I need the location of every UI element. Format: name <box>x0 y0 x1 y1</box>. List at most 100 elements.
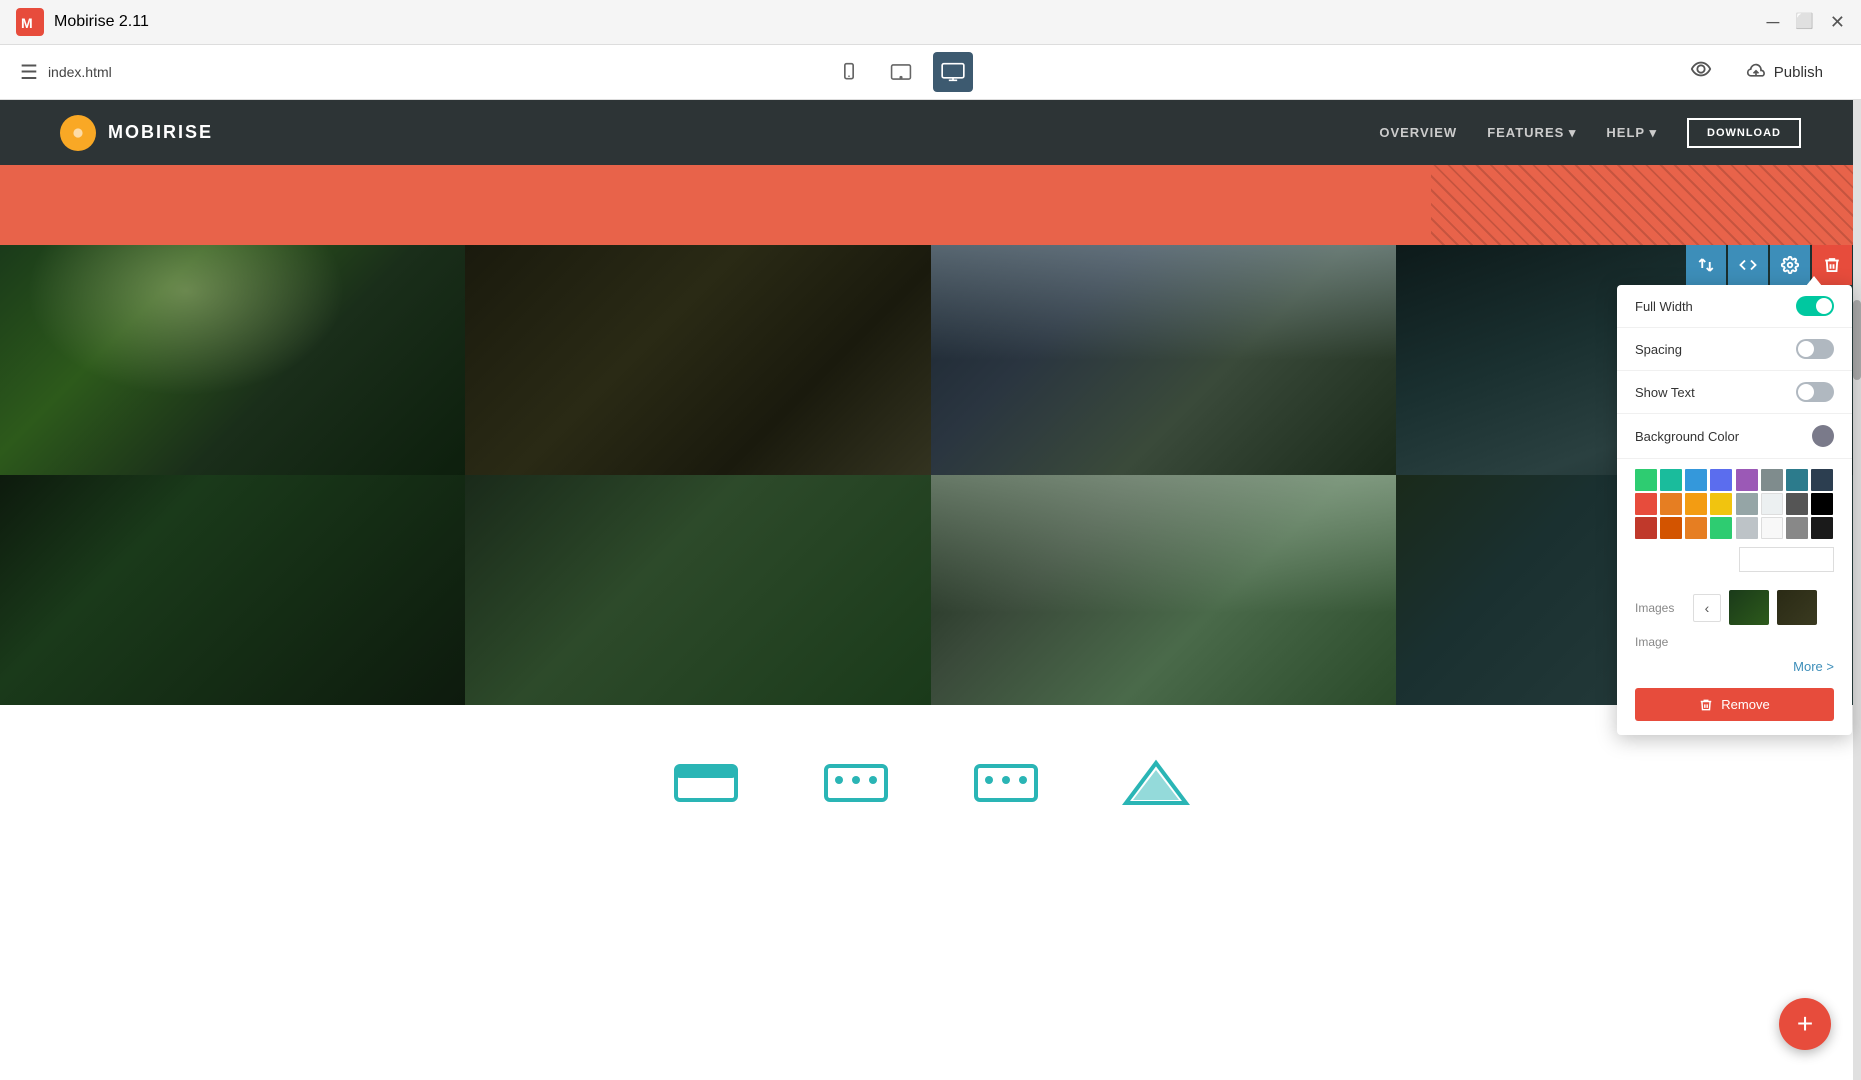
maximize-button[interactable]: ⬜ <box>1795 12 1814 33</box>
remove-button[interactable]: Remove <box>1635 688 1834 721</box>
block-action-toolbar <box>1686 245 1852 285</box>
thumb-forest-1 <box>1729 590 1769 625</box>
background-color-swatch[interactable] <box>1812 425 1834 447</box>
gallery-cell-3 <box>931 245 1396 475</box>
color-swatch[interactable] <box>1786 469 1808 491</box>
titlebar-left: M Mobirise 2.11 <box>16 8 149 36</box>
color-swatch[interactable] <box>1761 493 1783 515</box>
toolbar: ☰ index.html Publish <box>0 45 1861 100</box>
mobile-device-button[interactable] <box>829 52 869 92</box>
icon-4 <box>1121 758 1191 808</box>
toolbar-right: Publish <box>1690 54 1841 91</box>
site-logo-text: MOBIRISE <box>108 122 213 143</box>
gallery-grid <box>0 245 1861 705</box>
icon-block-4 <box>1121 758 1191 808</box>
block-code-button[interactable] <box>1728 245 1768 285</box>
minimize-button[interactable]: ─ <box>1766 12 1779 33</box>
gallery-cell-5 <box>0 475 465 705</box>
full-width-label: Full Width <box>1635 299 1693 314</box>
color-swatch[interactable] <box>1685 469 1707 491</box>
nav-download-button[interactable]: DOWNLOAD <box>1687 118 1801 148</box>
color-swatch[interactable] <box>1710 517 1732 539</box>
device-switcher <box>829 52 973 92</box>
site-logo: MOBIRISE <box>60 115 213 151</box>
icon-2 <box>821 758 891 808</box>
color-swatch[interactable] <box>1761 469 1783 491</box>
nav-item-help[interactable]: HELP ▾ <box>1606 125 1657 141</box>
nav-item-features[interactable]: FEATURES ▾ <box>1487 125 1576 141</box>
image-thumbnail-2[interactable] <box>1777 590 1817 625</box>
images-row: Images ‹ <box>1617 584 1852 631</box>
show-text-toggle[interactable] <box>1796 382 1834 402</box>
desktop-device-button[interactable] <box>933 52 973 92</box>
scrollbar-thumb[interactable] <box>1853 300 1861 380</box>
toolbar-left: ☰ index.html <box>20 60 112 85</box>
color-swatch[interactable] <box>1710 469 1732 491</box>
block-settings-button[interactable] <box>1770 245 1810 285</box>
preview-button[interactable] <box>1690 58 1712 86</box>
trash-icon <box>1699 698 1713 712</box>
image-thumbnail-1[interactable] <box>1729 590 1769 625</box>
tablet-device-button[interactable] <box>881 52 921 92</box>
window-controls: ─ ⬜ ✕ <box>1766 12 1845 33</box>
hex-color-input[interactable]: #553982 <box>1739 547 1834 572</box>
orange-hero-section <box>0 165 1861 245</box>
gallery-cell-6 <box>465 475 930 705</box>
gallery-cell-1 <box>0 245 465 475</box>
gallery-image-7 <box>931 475 1396 705</box>
titlebar: M Mobirise 2.11 ─ ⬜ ✕ <box>0 0 1861 45</box>
color-swatch[interactable] <box>1635 493 1657 515</box>
app-logo: M <box>16 8 44 36</box>
hex-input-row: #553982 <box>1635 543 1834 576</box>
color-swatch[interactable] <box>1660 469 1682 491</box>
color-swatch[interactable] <box>1736 469 1758 491</box>
color-swatch[interactable] <box>1786 517 1808 539</box>
settings-panel: Full Width Spacing Show Text Background … <box>1617 285 1852 735</box>
hamburger-menu-icon[interactable]: ☰ <box>20 60 38 85</box>
close-button[interactable]: ✕ <box>1830 12 1845 33</box>
site-navigation: OVERVIEW FEATURES ▾ HELP ▾ DOWNLOAD <box>1379 118 1801 148</box>
full-width-row: Full Width <box>1617 285 1852 328</box>
gallery-image-5 <box>0 475 465 705</box>
images-label: Images <box>1635 601 1685 615</box>
color-swatch[interactable] <box>1685 493 1707 515</box>
icons-section <box>0 705 1861 860</box>
publish-label: Publish <box>1774 64 1823 81</box>
color-swatch[interactable] <box>1660 493 1682 515</box>
color-swatch[interactable] <box>1786 493 1808 515</box>
spacing-row: Spacing <box>1617 328 1852 371</box>
gallery-image-2 <box>465 245 930 475</box>
color-swatch[interactable] <box>1811 469 1833 491</box>
filename-label: index.html <box>48 64 112 80</box>
block-swap-button[interactable] <box>1686 245 1726 285</box>
scrollbar[interactable] <box>1853 100 1861 1080</box>
spacing-toggle[interactable] <box>1796 339 1834 359</box>
spacing-label: Spacing <box>1635 342 1682 357</box>
icon-1 <box>671 758 741 808</box>
image-section-label-row: Image <box>1617 631 1852 655</box>
color-swatch[interactable] <box>1635 517 1657 539</box>
color-swatch[interactable] <box>1660 517 1682 539</box>
color-swatch[interactable] <box>1685 517 1707 539</box>
nav-item-overview[interactable]: OVERVIEW <box>1379 125 1457 140</box>
gallery-cell-2 <box>465 245 930 475</box>
color-swatch[interactable] <box>1736 517 1758 539</box>
remove-label: Remove <box>1721 697 1769 712</box>
color-swatch[interactable] <box>1736 493 1758 515</box>
color-swatch[interactable] <box>1761 517 1783 539</box>
full-width-toggle[interactable] <box>1796 296 1834 316</box>
color-swatch[interactable] <box>1635 469 1657 491</box>
color-swatch[interactable] <box>1811 517 1833 539</box>
icon-block-3 <box>971 758 1041 808</box>
thumb-forest-2 <box>1777 590 1817 625</box>
app-title: Mobirise 2.11 <box>54 13 149 31</box>
images-prev-arrow[interactable]: ‹ <box>1693 594 1721 622</box>
color-grid <box>1635 469 1834 539</box>
publish-button[interactable]: Publish <box>1728 54 1841 91</box>
color-swatch[interactable] <box>1811 493 1833 515</box>
site-logo-icon <box>60 115 96 151</box>
icon-3 <box>971 758 1041 808</box>
more-link[interactable]: More > <box>1617 655 1852 682</box>
add-block-fab-button[interactable]: + <box>1779 998 1831 1050</box>
color-swatch[interactable] <box>1710 493 1732 515</box>
